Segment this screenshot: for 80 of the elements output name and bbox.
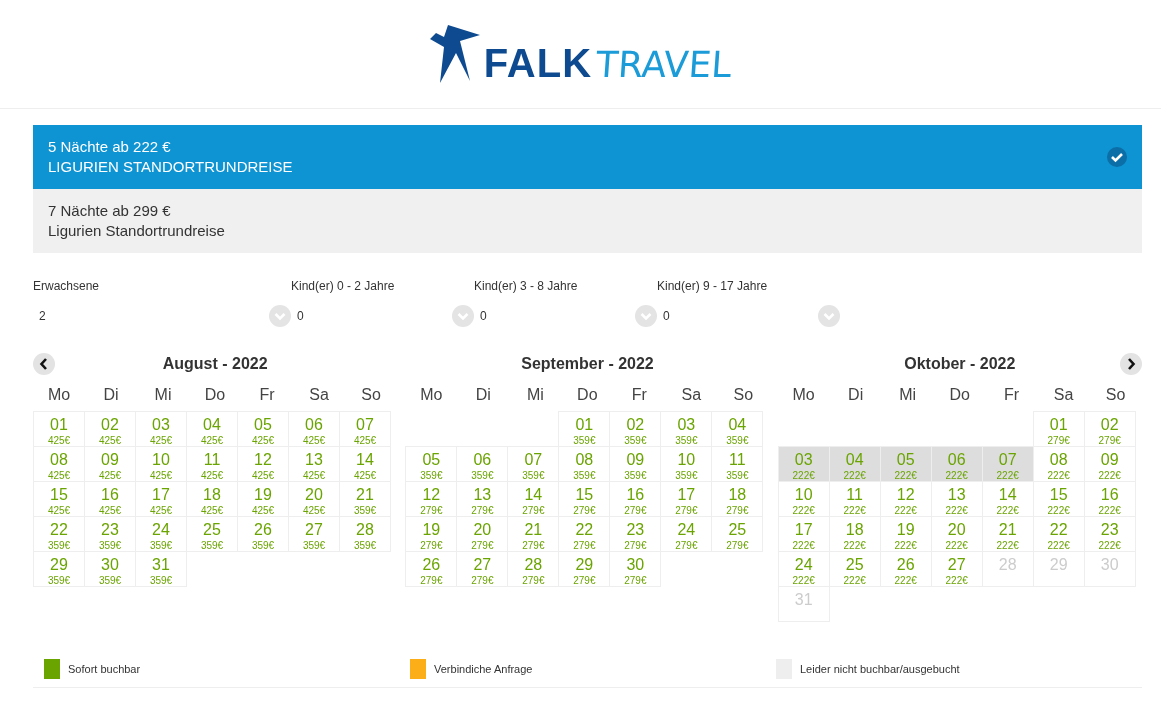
weekday-label: Mo [791, 385, 816, 405]
day-cell[interactable]: 01 279€ [1032, 411, 1085, 447]
weekday-label: Sa [680, 385, 703, 405]
select-field[interactable]: 0 [291, 303, 474, 329]
day-cell[interactable]: 30 279€ [609, 551, 662, 587]
weekday-label: Mi [898, 385, 918, 405]
day-cell[interactable]: 04 359€ [711, 411, 764, 447]
offer-price: 5 Nächte ab 222 € [48, 137, 172, 157]
day-cell[interactable]: 06 425€ [288, 411, 340, 447]
offer-name: Ligurien Standortrundreise [48, 221, 225, 241]
chevron-down-icon [269, 305, 291, 327]
day-cell[interactable]: 05 222€ [879, 446, 932, 482]
day-cell[interactable]: 03 359€ [660, 411, 713, 447]
weekday-label: Mo [419, 385, 444, 405]
offer-price: 7 Nächte ab 299 € [48, 201, 172, 221]
weekday-label: Di [847, 385, 865, 405]
logo-tagline: TRAVEL [594, 47, 733, 83]
chevron-right-icon [1125, 358, 1136, 370]
next-month-button[interactable] [1119, 353, 1142, 375]
day-cell[interactable]: 01 359€ [558, 411, 611, 447]
weekday-label: Sa [308, 385, 330, 405]
day-cell[interactable]: 05 359€ [405, 446, 458, 482]
legend-label: Sofort buchbar [68, 661, 141, 677]
field-label: Kind(er) 0 - 2 Jahre [291, 278, 396, 295]
weekday-label: Mi [153, 385, 173, 405]
weekday-label: Fr [1003, 385, 1021, 405]
day-cell[interactable]: 01 425€ [33, 411, 85, 447]
weekday-label: Do [576, 385, 599, 405]
bird-logo-icon [429, 25, 480, 83]
day-cell[interactable]: 07 222€ [981, 446, 1034, 482]
day-cell[interactable]: 07 359€ [507, 446, 560, 482]
select-field[interactable]: 2 [33, 303, 291, 329]
field-label: Kind(er) 3 - 8 Jahre [474, 278, 579, 295]
weekday-label: Mo [46, 385, 72, 405]
day-cell[interactable]: 05 425€ [237, 411, 289, 447]
chevron-down-icon [818, 305, 840, 327]
day-cell[interactable]: 04 222€ [828, 446, 881, 482]
day-cell[interactable]: 29 359€ [33, 551, 85, 587]
select-field[interactable]: 0 [474, 303, 657, 329]
legend-label: Verbindiche Anfrage [434, 661, 533, 677]
chevron-down-icon [635, 305, 657, 327]
month-title: Oktober - 2022 [904, 354, 1016, 374]
field-label: Erwachsene [33, 278, 101, 295]
weekday-label: Do [203, 385, 227, 405]
weekday-label: Mi [525, 385, 545, 405]
check-icon [1107, 147, 1127, 167]
weekday-label: Di [102, 385, 120, 405]
previous-month-button[interactable] [33, 353, 55, 375]
select-field[interactable]: 0 [657, 303, 840, 329]
legend-label: Leider nicht buchbar/ausgebucht [800, 661, 960, 677]
day-cell[interactable]: 02 279€ [1083, 411, 1136, 447]
weekday-label: So [732, 385, 755, 405]
day-cell[interactable]: 02 359€ [609, 411, 662, 447]
weekday-label: Do [948, 385, 971, 405]
day-cell[interactable]: 07 425€ [339, 411, 391, 447]
day-cell[interactable]: 26 279€ [405, 551, 458, 587]
day-cell[interactable]: 04 425€ [186, 411, 238, 447]
month-title: September - 2022 [521, 354, 654, 374]
offer-name: LIGURIEN STANDORTRUNDREISE [48, 157, 293, 177]
weekday-label: Fr [630, 385, 648, 405]
field-label: Kind(er) 9 - 17 Jahre [657, 278, 769, 295]
day-cell[interactable]: 03 425€ [135, 411, 187, 447]
day-cell[interactable]: 03 222€ [777, 446, 830, 482]
weekday-label: Di [474, 385, 492, 405]
logo-wordmark: FALK [483, 43, 593, 83]
day-cell[interactable]: 28 359€ [339, 516, 391, 552]
day-cell[interactable]: 06 222€ [930, 446, 983, 482]
weekday-label: Fr [258, 385, 276, 405]
weekday-label: So [1104, 385, 1127, 405]
offer-option[interactable]: 7 Nächte ab 299 € Ligurien Standortrundreise [33, 189, 1142, 253]
month-title: August - 2022 [162, 354, 268, 374]
day-cell[interactable]: 06 359€ [456, 446, 509, 482]
weekday-label: So [360, 385, 382, 405]
day-cell[interactable]: 31 359€ [135, 551, 187, 587]
chevron-left-icon [39, 358, 49, 370]
day-cell[interactable]: 25 279€ [711, 516, 764, 552]
day-cell[interactable]: 02 425€ [84, 411, 136, 447]
chevron-down-icon [452, 305, 474, 327]
weekday-label: Sa [1052, 385, 1075, 405]
offer-option[interactable]: 5 Nächte ab 222 € LIGURIEN STANDORTRUNDREISE [33, 125, 1142, 189]
